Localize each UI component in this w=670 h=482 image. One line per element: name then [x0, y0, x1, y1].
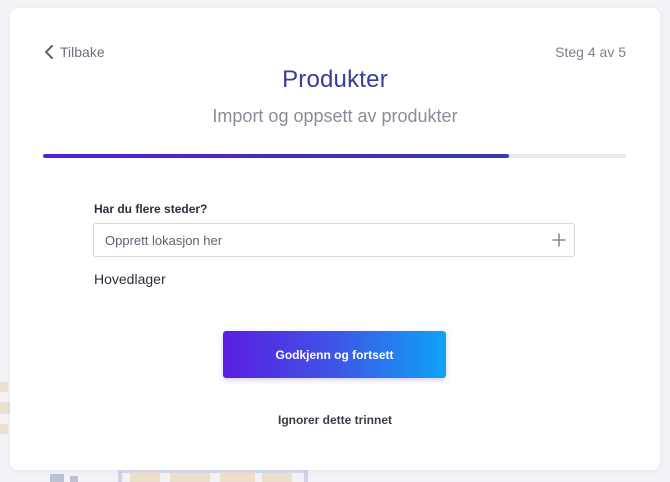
locations-field-label: Har du flere steder? — [94, 202, 208, 216]
page-title: Produkter — [282, 66, 388, 93]
add-location-button[interactable] — [544, 225, 574, 255]
plus-icon — [552, 233, 566, 247]
progress-bar-fill — [43, 154, 510, 158]
step-indicator: Steg 4 av 5 — [555, 44, 626, 60]
onboarding-card: Tilbake Steg 4 av 5 Produkter Import og … — [10, 8, 660, 470]
progress-bar — [43, 154, 626, 158]
skip-step-link[interactable]: Ignorer dette trinnet — [10, 413, 660, 427]
page-subtitle: Import og oppsett av produkter — [212, 106, 458, 126]
location-input[interactable] — [94, 224, 544, 256]
approve-continue-button[interactable]: Godkjenn og fortsett — [223, 331, 446, 378]
back-link[interactable]: Tilbake — [44, 44, 105, 60]
chevron-left-icon — [45, 45, 53, 59]
location-input-wrapper — [93, 223, 575, 257]
location-list-item: Hovedlager — [94, 271, 166, 287]
back-link-label: Tilbake — [60, 44, 105, 60]
